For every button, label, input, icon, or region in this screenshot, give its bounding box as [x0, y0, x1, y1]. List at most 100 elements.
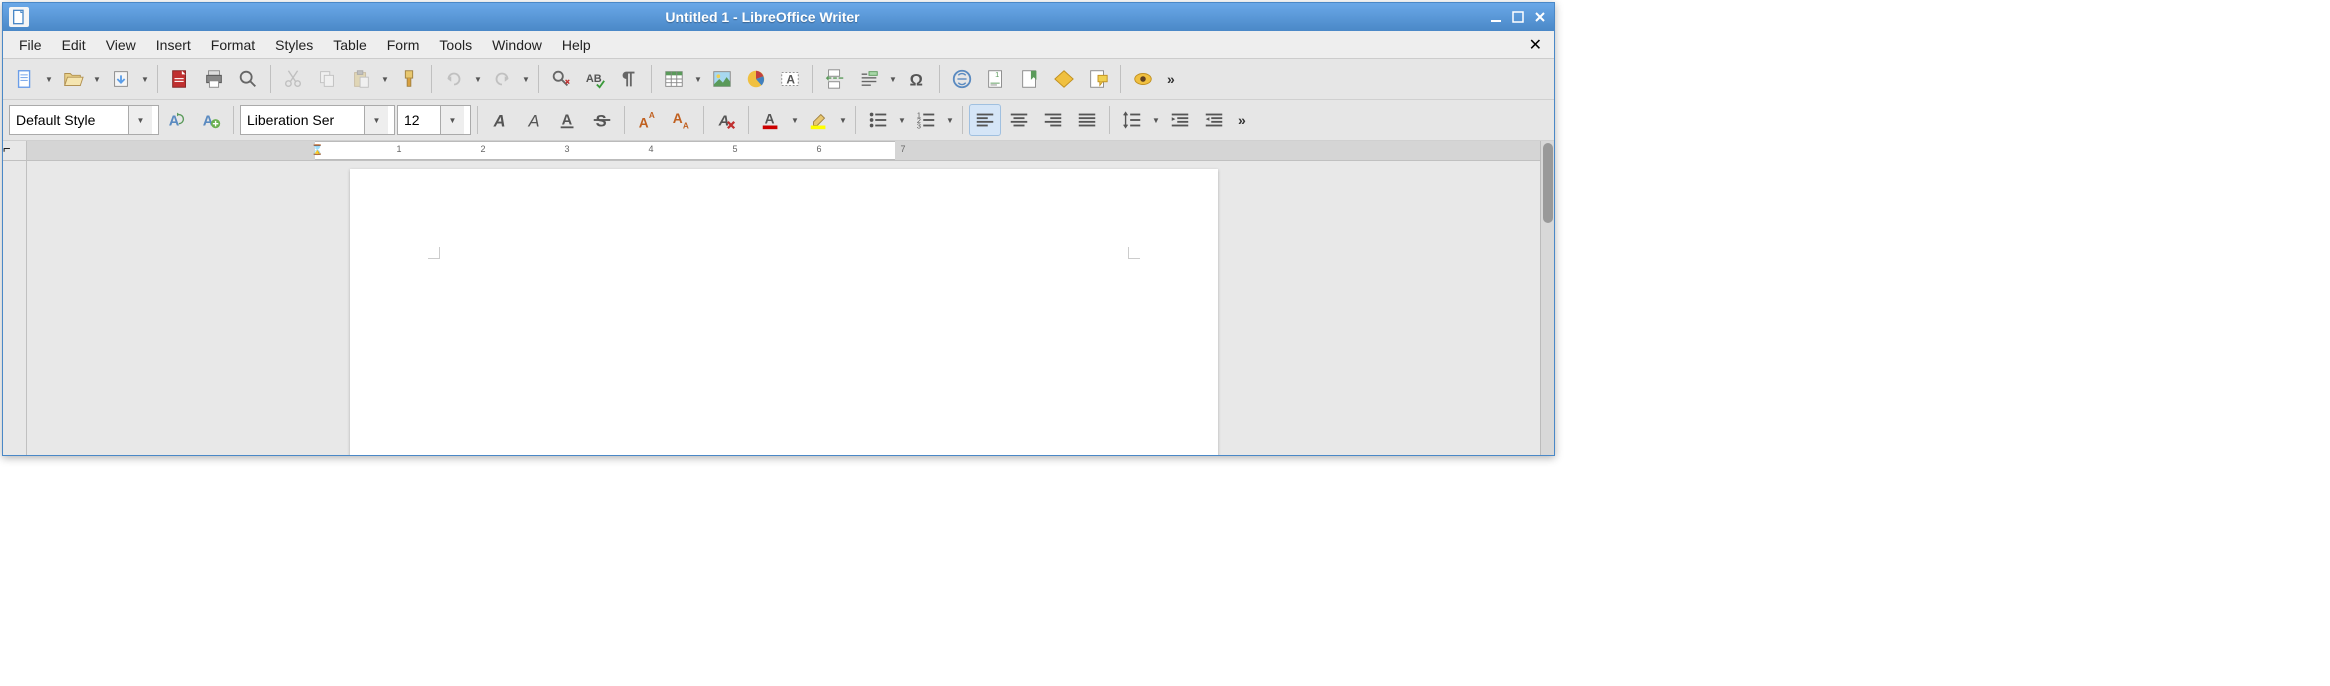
formatting-overflow-button[interactable]: » — [1232, 112, 1252, 128]
save-button[interactable] — [105, 63, 137, 95]
svg-text:A: A — [639, 115, 649, 130]
font-size-combo[interactable]: 12 ▼ — [397, 105, 471, 135]
maximize-button[interactable] — [1510, 9, 1526, 25]
ruler-corner: ⌐ — [3, 141, 27, 161]
align-justify-button[interactable] — [1071, 104, 1103, 136]
close-document-button[interactable]: ✕ — [1523, 33, 1548, 57]
insert-image-button[interactable] — [706, 63, 738, 95]
italic-button[interactable]: A — [518, 104, 550, 136]
font-size-dropdown[interactable]: ▼ — [440, 106, 464, 134]
numbered-list-button[interactable]: 123 — [910, 104, 942, 136]
menu-edit[interactable]: Edit — [52, 33, 96, 57]
insert-chart-button[interactable] — [740, 63, 772, 95]
toolbar-overflow-button[interactable]: » — [1161, 71, 1181, 87]
strikethrough-button[interactable]: S — [586, 104, 618, 136]
bullet-list-dropdown[interactable]: ▼ — [896, 104, 908, 136]
bold-button[interactable]: A — [484, 104, 516, 136]
clear-formatting-button[interactable]: A — [710, 104, 742, 136]
subscript-button[interactable]: AA — [665, 104, 697, 136]
print-button[interactable] — [198, 63, 230, 95]
print-preview-button[interactable] — [232, 63, 264, 95]
new-style-button[interactable]: A — [195, 104, 227, 136]
menu-tools[interactable]: Tools — [429, 33, 482, 57]
align-left-button[interactable] — [969, 104, 1001, 136]
menu-file[interactable]: File — [9, 33, 52, 57]
numbered-list-dropdown[interactable]: ▼ — [944, 104, 956, 136]
line-spacing-button[interactable] — [1116, 104, 1148, 136]
find-replace-button[interactable] — [545, 63, 577, 95]
redo-dropdown[interactable]: ▼ — [520, 63, 532, 95]
insert-special-char-button[interactable]: Ω — [901, 63, 933, 95]
insert-page-break-button[interactable] — [819, 63, 851, 95]
align-right-button[interactable] — [1037, 104, 1069, 136]
copy-button[interactable] — [311, 63, 343, 95]
decrease-indent-button[interactable] — [1198, 104, 1230, 136]
font-name-value: Liberation Ser — [247, 112, 360, 128]
margin-mark-top-right — [1128, 247, 1140, 259]
ruler-tick-6: 6 — [816, 144, 821, 154]
font-color-dropdown[interactable]: ▼ — [789, 104, 801, 136]
titlebar: Untitled 1 - LibreOffice Writer — [3, 3, 1554, 31]
menu-insert[interactable]: Insert — [146, 33, 201, 57]
clone-formatting-button[interactable] — [393, 63, 425, 95]
highlight-color-dropdown[interactable]: ▼ — [837, 104, 849, 136]
scrollbar-thumb[interactable] — [1543, 143, 1553, 223]
line-spacing-dropdown[interactable]: ▼ — [1150, 104, 1162, 136]
menu-table[interactable]: Table — [323, 33, 376, 57]
indent-marker-icon[interactable]: ⌛ — [311, 145, 323, 156]
paragraph-style-combo[interactable]: Default Style ▼ — [9, 105, 159, 135]
insert-field-dropdown[interactable]: ▼ — [887, 63, 899, 95]
bullet-list-button[interactable] — [862, 104, 894, 136]
font-name-dropdown[interactable]: ▼ — [364, 106, 388, 134]
formatting-marks-button[interactable] — [613, 63, 645, 95]
new-document-button[interactable] — [9, 63, 41, 95]
highlight-color-button[interactable] — [803, 104, 835, 136]
document-page[interactable] — [350, 169, 1218, 455]
minimize-button[interactable] — [1488, 9, 1504, 25]
paste-dropdown[interactable]: ▼ — [379, 63, 391, 95]
update-style-button[interactable]: A — [161, 104, 193, 136]
insert-table-button[interactable] — [658, 63, 690, 95]
font-color-button[interactable]: A — [755, 104, 787, 136]
vertical-ruler[interactable] — [3, 161, 27, 455]
cut-button[interactable] — [277, 63, 309, 95]
undo-button[interactable] — [438, 63, 470, 95]
new-document-dropdown[interactable]: ▼ — [43, 63, 55, 95]
align-center-button[interactable] — [1003, 104, 1035, 136]
paragraph-style-dropdown[interactable]: ▼ — [128, 106, 152, 134]
insert-textbox-button[interactable]: A — [774, 63, 806, 95]
insert-comment-button[interactable] — [1082, 63, 1114, 95]
save-dropdown[interactable]: ▼ — [139, 63, 151, 95]
font-name-combo[interactable]: Liberation Ser ▼ — [240, 105, 395, 135]
menu-form[interactable]: Form — [377, 33, 430, 57]
menu-view[interactable]: View — [96, 33, 146, 57]
export-pdf-button[interactable] — [164, 63, 196, 95]
spellcheck-button[interactable]: AB — [579, 63, 611, 95]
menu-help[interactable]: Help — [552, 33, 601, 57]
menu-styles[interactable]: Styles — [265, 33, 323, 57]
insert-cross-reference-button[interactable] — [1048, 63, 1080, 95]
undo-dropdown[interactable]: ▼ — [472, 63, 484, 95]
close-button[interactable] — [1532, 9, 1548, 25]
track-changes-button[interactable] — [1127, 63, 1159, 95]
insert-footnote-button[interactable]: 1 — [980, 63, 1012, 95]
menu-format[interactable]: Format — [201, 33, 265, 57]
open-dropdown[interactable]: ▼ — [91, 63, 103, 95]
paste-button[interactable] — [345, 63, 377, 95]
superscript-button[interactable]: AA — [631, 104, 663, 136]
svg-text:A: A — [493, 112, 506, 130]
ruler-tick-4: 4 — [648, 144, 653, 154]
menu-window[interactable]: Window — [482, 33, 552, 57]
open-button[interactable] — [57, 63, 89, 95]
increase-indent-button[interactable] — [1164, 104, 1196, 136]
insert-field-button[interactable] — [853, 63, 885, 95]
horizontal-ruler[interactable]: 1 2 3 4 5 6 7 ⌛ — [27, 141, 1540, 161]
formatting-toolbar: Default Style ▼ A A Liberation Ser ▼ 12 … — [3, 100, 1554, 141]
redo-button[interactable] — [486, 63, 518, 95]
underline-button[interactable]: A — [552, 104, 584, 136]
ruler-tick-2: 2 — [480, 144, 485, 154]
vertical-scrollbar[interactable] — [1540, 141, 1554, 455]
insert-hyperlink-button[interactable] — [946, 63, 978, 95]
insert-table-dropdown[interactable]: ▼ — [692, 63, 704, 95]
insert-bookmark-button[interactable] — [1014, 63, 1046, 95]
